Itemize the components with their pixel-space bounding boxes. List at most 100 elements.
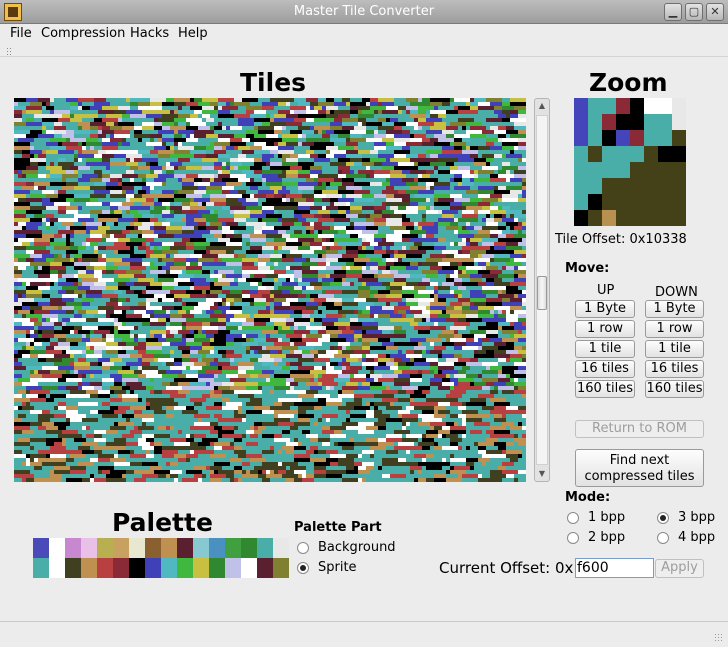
toolbar-grip-icon[interactable] (6, 47, 12, 55)
tile-pixel-run (134, 450, 146, 454)
tile-pixel-run (122, 142, 130, 146)
tile-pixel-run (118, 342, 126, 346)
tile-pixel-run (30, 458, 34, 462)
tile-pixel-run (218, 258, 222, 262)
tile-pixel-run (190, 278, 206, 282)
tile-pixel-run (490, 194, 502, 198)
tile-pixel-run (302, 190, 314, 194)
tile-pixel-run (158, 162, 166, 166)
tile-pixel-run (450, 378, 458, 382)
tile-pixel-run (202, 418, 218, 422)
tile-pixel-run (182, 394, 186, 398)
menu-help[interactable]: Help (178, 26, 208, 41)
tile-pixel-run (474, 262, 478, 266)
tile-pixel-run (62, 286, 78, 290)
menu-compression[interactable]: Compression (41, 26, 125, 41)
tile-pixel-run (466, 146, 470, 150)
tile-pixel-run (50, 270, 58, 274)
tile-pixel-run (258, 418, 274, 422)
tile-pixel-run (306, 434, 318, 438)
tile-pixel-run (54, 466, 70, 470)
tile-pixel-run (74, 194, 90, 198)
tile-pixel-run (338, 250, 346, 254)
tile-pixel-run (78, 410, 90, 414)
tile-pixel-run (282, 214, 294, 218)
tile-pixel-run (286, 470, 294, 474)
tile-pixel-run (274, 266, 286, 270)
tile-pixel-run (366, 174, 370, 178)
tile-pixel-run (150, 302, 166, 306)
tile-pixel-run (34, 258, 46, 262)
tile-pixel-run (154, 118, 158, 122)
tile-pixel-run (514, 170, 526, 174)
tile-pixel-run (62, 382, 78, 386)
close-icon[interactable]: ✕ (706, 3, 724, 21)
tile-pixel-run (246, 382, 258, 386)
tile-pixel-run (98, 134, 106, 138)
tile-pixel-run (378, 266, 386, 270)
tile-pixel-run (306, 150, 314, 154)
tile-pixel-run (270, 294, 274, 298)
tile-pixel-run (454, 382, 458, 386)
tile-pixel-run (170, 434, 186, 438)
tile-pixel-run (242, 438, 246, 442)
tile-pixel-run (30, 282, 46, 286)
tile-pixel-run (62, 374, 78, 378)
menu-file[interactable]: File (10, 26, 32, 41)
tile-pixel-run (506, 154, 522, 158)
tile-pixel-run (290, 154, 298, 158)
tile-pixel-run (238, 106, 246, 110)
tile-pixel-run (522, 254, 526, 258)
tile-pixel-run (354, 258, 370, 262)
tile-pixel-run (458, 118, 474, 122)
tile-pixel-run (310, 458, 326, 462)
tile-pixel-run (110, 178, 118, 182)
tile-pixel-run (374, 402, 390, 406)
tile-pixel-run (146, 402, 150, 406)
tile-pixel-run (326, 114, 338, 118)
tile-pixel-run (94, 370, 102, 374)
tile-pixel-run (222, 414, 234, 418)
tile-pixel-run (502, 366, 518, 370)
tile-pixel-run (506, 446, 522, 450)
tile-pixel-run (82, 326, 98, 330)
tile-pixel-run (514, 174, 526, 178)
tile-pixel-run (346, 270, 350, 274)
tile-pixel-run (494, 142, 502, 146)
menu-hacks[interactable]: Hacks (130, 26, 169, 41)
minimize-icon[interactable]: ▁ (664, 3, 682, 21)
tile-pixel-run (434, 222, 438, 226)
tile-pixel-run (34, 182, 50, 186)
tile-pixel-run (518, 442, 526, 446)
tile-pixel-run (338, 114, 350, 118)
tile-pixel-run (206, 118, 214, 122)
tile-pixel-run (478, 410, 490, 414)
tile-pixel-run (250, 306, 266, 310)
tile-pixel-run (210, 142, 214, 146)
tile-pixel-run (394, 342, 402, 346)
tile-pixel-run (250, 214, 266, 218)
tile-pixel-run (150, 186, 154, 190)
tile-pixel-run (106, 386, 110, 390)
tile-pixel-run (310, 170, 322, 174)
tile-pixel-run (242, 478, 250, 482)
tiles-canvas[interactable] (14, 98, 526, 482)
tile-pixel-run (354, 418, 362, 422)
tile-pixel-run (66, 182, 74, 186)
maximize-icon[interactable]: ▢ (685, 3, 703, 21)
tile-pixel-run (142, 222, 154, 226)
tile-pixel-run (178, 142, 182, 146)
tile-pixel-run (226, 194, 242, 198)
tile-pixel-run (330, 454, 346, 458)
tile-pixel-run (434, 166, 438, 170)
tile-pixel-run (382, 110, 398, 114)
tile-pixel-run (258, 286, 266, 290)
tile-pixel-run (42, 322, 54, 326)
tile-pixel-run (314, 126, 330, 130)
tile-pixel-run (314, 406, 322, 410)
tile-pixel-run (342, 194, 346, 198)
tile-pixel-run (158, 426, 166, 430)
tile-pixel-run (402, 386, 418, 390)
tile-pixel-run (402, 426, 406, 430)
tile-pixel-run (174, 262, 186, 266)
